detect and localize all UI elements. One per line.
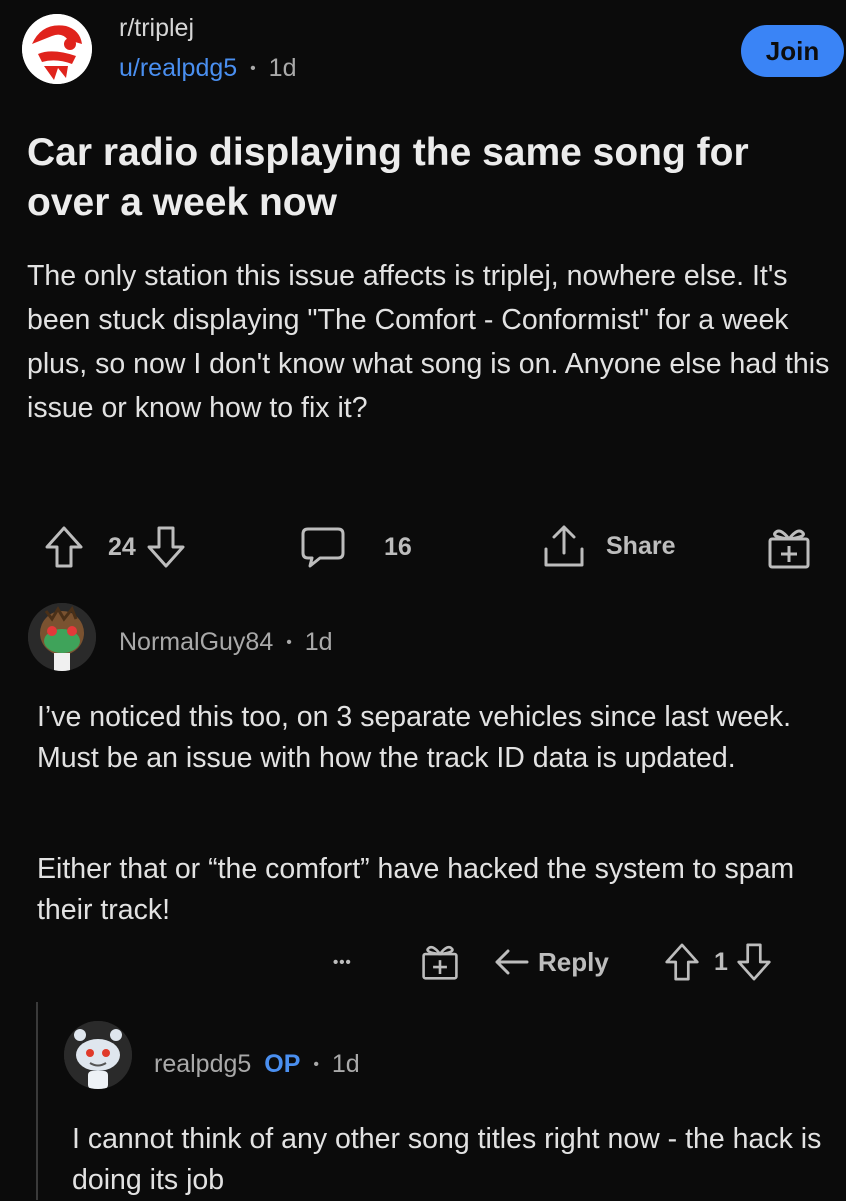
comment-vote-control: 1 (664, 940, 772, 984)
share-label: Share (606, 531, 676, 560)
more-icon: ••• (333, 953, 352, 971)
award-button[interactable] (766, 524, 812, 570)
comment-age: 1d (304, 628, 333, 656)
downvote-icon[interactable] (736, 942, 772, 982)
comment-paragraph: I’ve noticed this too, on 3 separate veh… (37, 701, 792, 774)
comment-vote-count: 1 (714, 947, 728, 976)
award-icon (766, 525, 812, 569)
post-meta: u/realpdg5 • 1d (119, 54, 296, 83)
reply-icon (494, 947, 530, 977)
commenter-avatar[interactable] (28, 603, 96, 671)
award-icon (420, 942, 460, 980)
op-badge: OP (264, 1050, 301, 1078)
comment-icon (300, 525, 346, 569)
upvote-icon[interactable] (44, 525, 84, 569)
meta-separator: • (250, 60, 256, 78)
reply-age: 1d (331, 1050, 360, 1078)
share-button[interactable]: Share (542, 522, 675, 570)
downvote-icon[interactable] (146, 525, 186, 569)
meta-separator: • (313, 1056, 319, 1074)
comment-paragraph: Either that or “the comfort” have hacked… (37, 853, 795, 926)
comment-award-button[interactable] (420, 941, 460, 981)
reply-author[interactable]: realpdg5 (154, 1050, 251, 1078)
reply-text: I cannot think of any other song titles … (72, 1123, 822, 1196)
reply-label: Reply (538, 946, 609, 977)
comment-meta: NormalGuy84 • 1d (119, 628, 333, 657)
reply-meta: realpdg5 OP • 1d (154, 1050, 360, 1079)
comment-author[interactable]: NormalGuy84 (119, 628, 273, 656)
reply-avatar[interactable] (64, 1021, 132, 1089)
post-author[interactable]: u/realpdg5 (119, 54, 237, 82)
reply-button[interactable]: Reply (494, 942, 609, 982)
snoo-avatar-icon (64, 1021, 132, 1089)
post-body: The only station this issue affects is t… (27, 260, 830, 424)
upvote-icon[interactable] (664, 942, 700, 982)
more-options-button[interactable]: ••• (333, 944, 352, 980)
thread-line[interactable] (36, 1002, 38, 1200)
share-icon (542, 523, 586, 569)
comment-count: 16 (384, 532, 412, 561)
meta-separator: • (286, 634, 292, 652)
subreddit-name[interactable]: r/triplej (119, 14, 194, 43)
triplej-logo-icon (22, 14, 92, 84)
post-title: Car radio displaying the same song for o… (27, 131, 749, 224)
comments-button[interactable]: 16 (300, 524, 412, 570)
vote-control: 24 (44, 524, 186, 570)
join-button[interactable]: Join (741, 25, 844, 77)
post-age: 1d (268, 54, 297, 82)
custom-avatar-icon (28, 603, 96, 671)
subreddit-avatar[interactable] (22, 14, 92, 84)
post-vote-count: 24 (108, 532, 136, 561)
